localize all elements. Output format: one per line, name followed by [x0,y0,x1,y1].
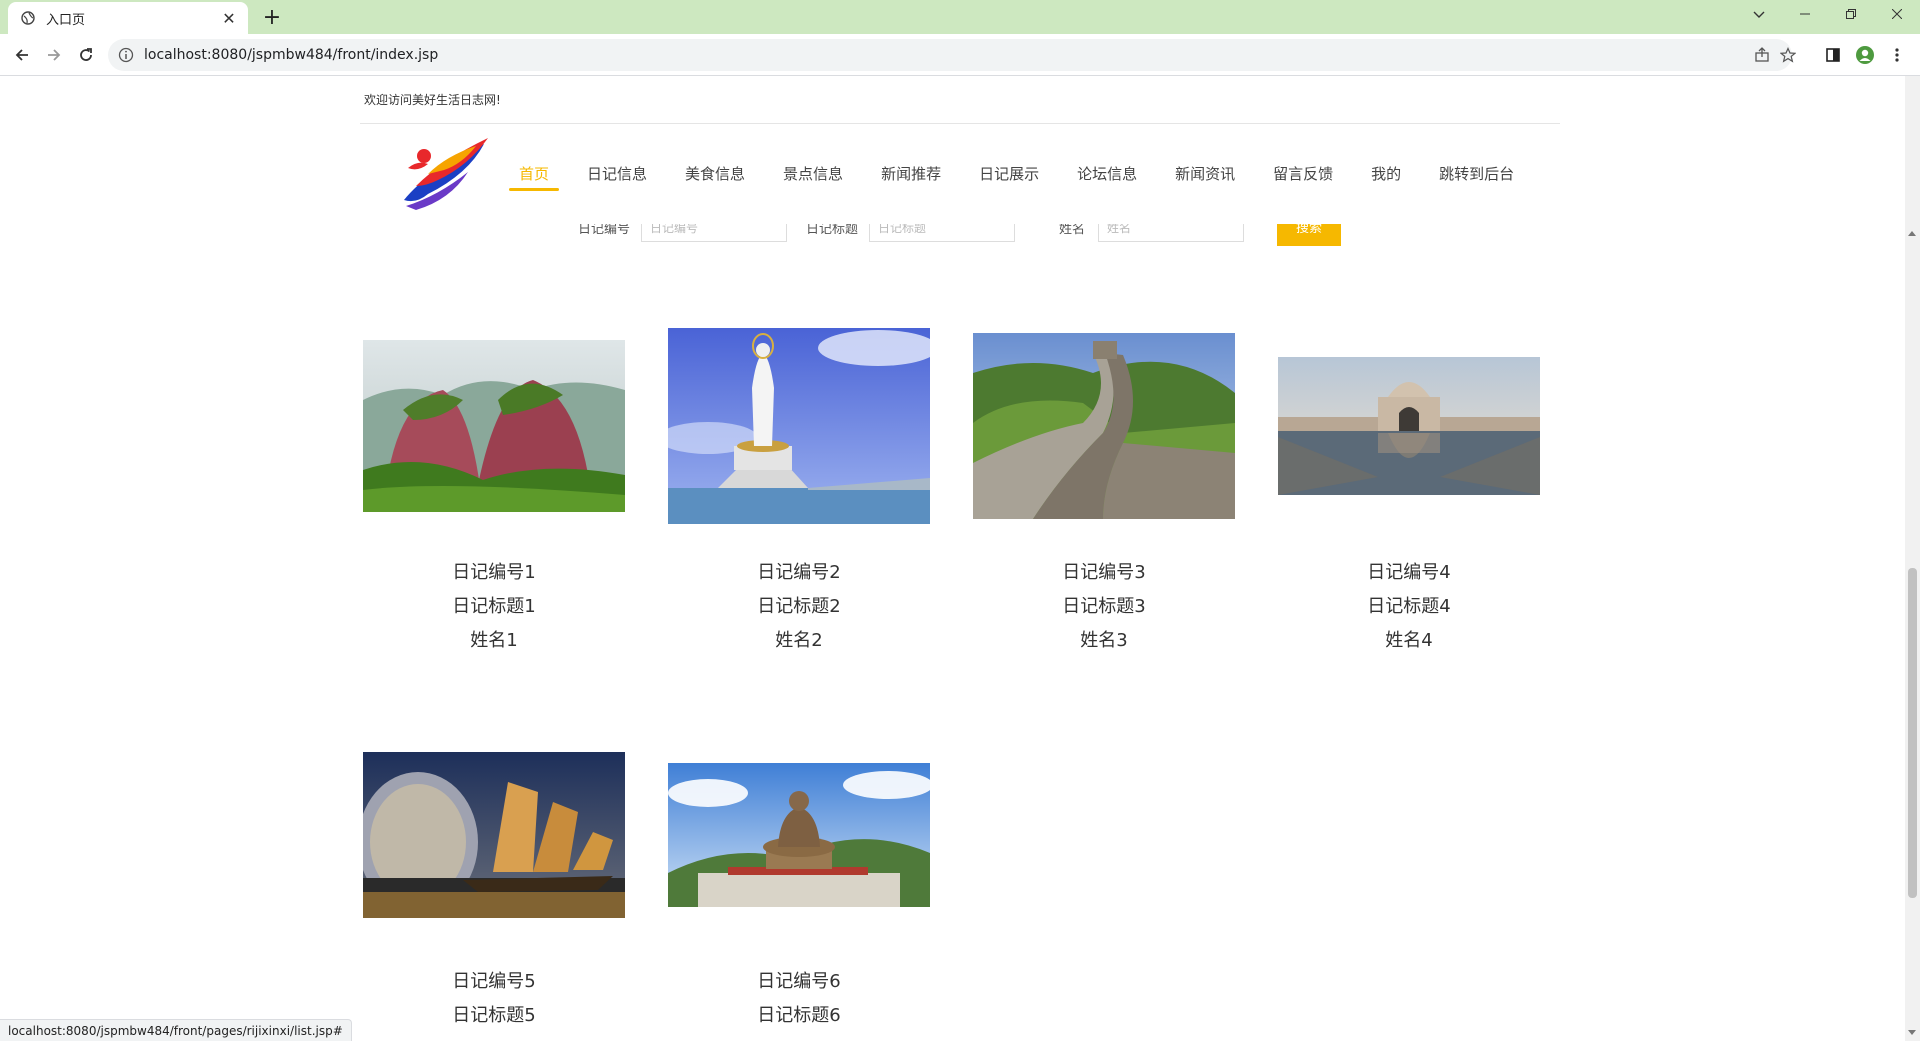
card-image-statue[interactable] [668,326,930,526]
browser-tab[interactable]: 入口页 ✕ [8,2,248,34]
card-image-mountain[interactable] [363,326,625,526]
main-nav: 首页 日记信息 美食信息 景点信息 新闻推荐 日记展示 论坛信息 新闻资讯 留言… [500,124,1533,224]
nav-item-news[interactable]: 新闻资讯 [1175,124,1235,224]
scroll-up-icon[interactable] [1908,231,1916,236]
site-logo[interactable] [398,134,492,214]
card-title: 日记标题6 [757,1005,841,1026]
forward-icon[interactable] [41,42,67,68]
card-image-buddha[interactable] [668,735,930,935]
new-tab-button[interactable]: + [258,4,286,32]
browser-toolbar: localhost:8080/jspmbw484/front/index.jsp [0,34,1920,76]
card-image-palace[interactable] [1278,326,1540,526]
status-bar-url: localhost:8080/jspmbw484/front/pages/rij… [0,1019,352,1041]
diary-card[interactable]: 日记编号2 日记标题2 姓名2 [668,326,930,658]
card-name: 姓名2 [775,630,823,651]
card-number: 日记编号2 [757,562,841,583]
reload-icon[interactable] [73,42,99,68]
diary-card[interactable]: 日记编号6 日记标题6 [668,735,930,1033]
card-number: 日记编号6 [757,971,841,992]
card-title: 日记标题5 [452,1005,536,1026]
page-viewport: 欢迎访问美好生活日志网! 日记编号 日记编号 日记标题 日记标题 姓名 姓名 搜… [0,76,1905,1041]
restore-icon[interactable] [1828,0,1874,30]
page-scrollbar[interactable] [1905,76,1920,1041]
card-number: 日记编号1 [452,562,536,583]
card-number: 日记编号5 [452,971,536,992]
nav-item-admin[interactable]: 跳转到后台 [1439,124,1514,224]
card-image-great-wall[interactable] [973,326,1235,526]
profile-avatar-icon[interactable] [1852,42,1878,68]
card-title: 日记标题2 [757,596,841,617]
nav-item-scenic-info[interactable]: 景点信息 [783,124,843,224]
close-window-icon[interactable] [1874,0,1920,30]
card-title: 日记标题4 [1367,596,1451,617]
card-name: 姓名4 [1385,630,1433,651]
nav-item-diary-info[interactable]: 日记信息 [587,124,647,224]
minimize-icon[interactable] [1782,0,1828,30]
card-name: 姓名1 [470,630,518,651]
diary-card[interactable]: 日记编号3 日记标题3 姓名3 [973,326,1235,658]
card-title: 日记标题3 [1062,596,1146,617]
welcome-text: 欢迎访问美好生活日志网! [364,93,501,107]
browser-titlebar: 入口页 ✕ + [0,0,1920,34]
site-header: 首页 日记信息 美食信息 景点信息 新闻推荐 日记展示 论坛信息 新闻资讯 留言… [0,124,1905,224]
url-text: localhost:8080/jspmbw484/front/index.jsp [144,47,439,63]
diary-card[interactable]: 日记编号5 日记标题5 [363,735,625,1033]
tab-search-icon[interactable] [1736,0,1782,30]
tab-title: 入口页 [46,12,86,28]
bookmark-star-icon[interactable] [1780,39,1796,71]
info-icon[interactable] [118,47,134,63]
card-image-sailboats[interactable] [363,735,625,935]
diary-card[interactable]: 日记编号4 日记标题4 姓名4 [1278,326,1540,658]
nav-item-feedback[interactable]: 留言反馈 [1273,124,1333,224]
card-number: 日记编号4 [1367,562,1451,583]
back-icon[interactable] [9,42,35,68]
scroll-down-icon[interactable] [1908,1030,1916,1035]
side-panel-icon[interactable] [1820,42,1846,68]
nav-item-news-recommend[interactable]: 新闻推荐 [881,124,941,224]
nav-item-home[interactable]: 首页 [508,124,560,224]
globe-icon [20,10,36,26]
tab-close-icon[interactable]: ✕ [220,9,238,28]
nav-item-forum[interactable]: 论坛信息 [1077,124,1137,224]
card-title: 日记标题1 [452,596,536,617]
diary-card[interactable]: 日记编号1 日记标题1 姓名1 [363,326,625,658]
card-name: 姓名3 [1080,630,1128,651]
scrollbar-thumb[interactable] [1908,568,1917,898]
menu-kebab-icon[interactable] [1884,42,1910,68]
share-icon[interactable] [1754,39,1770,71]
nav-item-mine[interactable]: 我的 [1371,124,1401,224]
address-bar[interactable]: localhost:8080/jspmbw484/front/index.jsp [108,39,1796,71]
nav-item-food-info[interactable]: 美食信息 [685,124,745,224]
card-number: 日记编号3 [1062,562,1146,583]
nav-item-diary-show[interactable]: 日记展示 [979,124,1039,224]
